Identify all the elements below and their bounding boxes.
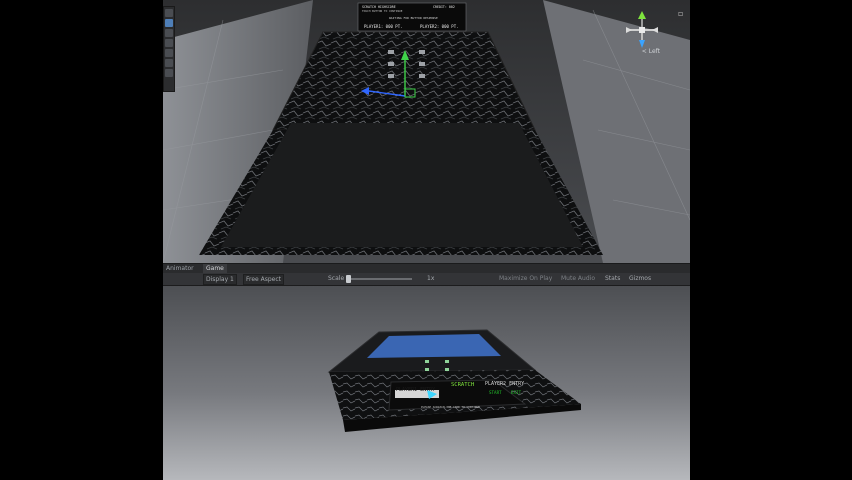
- gizmos-dropdown[interactable]: Gizmos: [627, 274, 653, 283]
- hud-waiting: WAITING FOR BUTTON RESPONSE: [389, 16, 438, 20]
- game-view-toolbar: Display 1 Free Aspect Scale 1x Maximize …: [163, 273, 690, 286]
- mute-audio-toggle[interactable]: Mute Audio: [559, 274, 597, 283]
- axis-gizmo-icon[interactable]: [622, 10, 668, 50]
- option-start[interactable]: START: [489, 390, 502, 395]
- hand-tool-button[interactable]: [165, 9, 173, 17]
- scratch-label: SCRATCH: [451, 382, 475, 388]
- option-exit[interactable]: EXIT: [511, 390, 521, 395]
- scene-view[interactable]: SCRATCH HIGHSCORE TOUCH BUTTON TO CONTIN…: [163, 0, 690, 263]
- transform-tool-button[interactable]: [165, 59, 173, 67]
- hud-subtitle: TOUCH BUTTON TO CONTINUE: [362, 9, 403, 13]
- move-tool-button[interactable]: [165, 19, 173, 27]
- lock-icon[interactable]: ▫: [678, 10, 686, 18]
- hud-credit: CREDIT: 002: [433, 5, 455, 9]
- game-view[interactable]: PLAYER1 ENTRY SCRATCH PLAYER2 ENTRY STAR…: [163, 286, 690, 480]
- scale-value: 1x: [427, 275, 435, 282]
- aspect-dropdown[interactable]: Free Aspect: [243, 274, 285, 285]
- custom-tool-button[interactable]: [165, 69, 173, 77]
- player2-entry-label: PLAYER2 ENTRY: [485, 381, 525, 387]
- gizmo-view-label: < Left: [641, 48, 660, 55]
- name-entry-text: PLAYER1 ENTRY: [396, 387, 436, 393]
- hud-player2: PLAYER2: 000 PT.: [420, 24, 459, 29]
- maximize-on-play-toggle[interactable]: Maximize On Play: [497, 274, 554, 283]
- hud-player1: PLAYER1: 000 PT.: [364, 24, 403, 29]
- scale-tool-button[interactable]: [165, 39, 173, 47]
- scale-label: Scale: [328, 275, 345, 282]
- scale-slider[interactable]: [346, 275, 412, 283]
- scene-canvas: [163, 0, 690, 263]
- display-dropdown[interactable]: Display 1: [203, 274, 237, 285]
- game-canvas: [163, 286, 690, 480]
- scale-slider-handle[interactable]: [346, 275, 351, 283]
- footer-instruction: PLEASE SCRATCH THE CARD TO CONTINUE: [421, 405, 480, 409]
- scene-hud: SCRATCH HIGHSCORE TOUCH BUTTON TO CONTIN…: [360, 4, 463, 31]
- rotate-tool-button[interactable]: [165, 29, 173, 37]
- rect-tool-button[interactable]: [165, 49, 173, 57]
- stats-toggle[interactable]: Stats: [603, 274, 622, 283]
- scene-tools-overlay: [163, 6, 175, 92]
- unity-editor: SCRATCH HIGHSCORE TOUCH BUTTON TO CONTIN…: [163, 0, 690, 480]
